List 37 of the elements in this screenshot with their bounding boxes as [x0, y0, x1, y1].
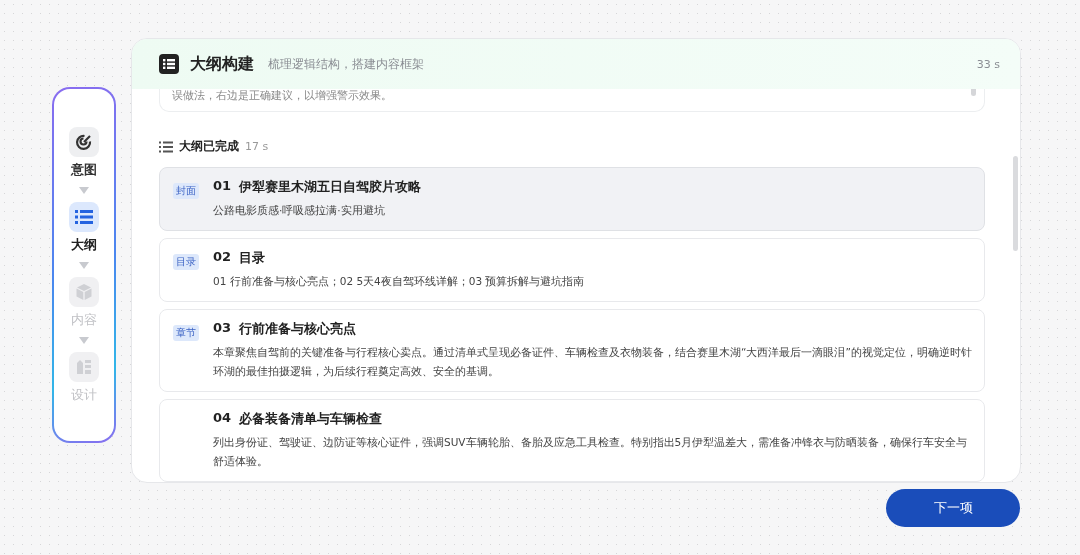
item-title: 行前准备与核心亮点: [239, 320, 357, 338]
section-tag: 封面: [173, 183, 199, 199]
item-title: 必备装备清单与车辆检查: [239, 410, 383, 428]
status-label: 大纲已完成: [179, 138, 239, 155]
triangle-down-icon: [79, 261, 89, 269]
next-button[interactable]: 下一项: [886, 489, 1020, 527]
item-description: 本章聚焦自驾前的关键准备与行程核心卖点。通过清单式呈现必备证件、车辆检查及衣物装备，结合赛里木湖“大西洋最后一滴眼泪”的视觉定位，明确逆时针环湖的最佳拍摄逻辑，为后续行程奠定高效、安全的基调。: [213, 345, 972, 379]
item-title: 目录: [239, 249, 266, 267]
target-icon: [75, 132, 93, 151]
outline-card[interactable]: 章节 03 行前准备与核心亮点 本章聚焦自驾前的关键准备与行程核心卖点。通过清单式呈现必备证件、车辆检查及衣物装备，结合赛里木湖“大西洋最后一滴眼泪”的视觉定位，明确逆时针环湖的最佳拍摄逻辑，为后续行程奠定高效、安全的基调。: [159, 309, 985, 392]
item-description: 列出身份证、驾驶证、边防证等核心证件，强调SUV车辆轮胎、备胎及应急工具检查。特别指出5月伊犁温差大，需准备冲锋衣与防晒装备，确保行车安全与舒适体验。: [213, 435, 969, 469]
item-description: 01 行前准备与核心亮点；02 5天4夜自驾环线详解；03 预算拆解与避坑指南: [213, 274, 585, 289]
outline-card[interactable]: 目录 02 目录 01 行前准备与核心亮点；02 5天4夜自驾环线详解；03 预算拆解与避坑指南: [159, 238, 985, 302]
section-tag: 章节: [173, 325, 199, 341]
prompt-text: 误做法，右边是正确建议，以增强警示效果。: [172, 89, 392, 103]
triangle-down-icon: [79, 186, 89, 194]
panel-title: 大纲构建: [190, 53, 254, 75]
list-icon: [75, 208, 93, 225]
scrollbar-thumb[interactable]: [1013, 156, 1018, 251]
triangle-down-icon: [79, 336, 89, 344]
list-icon: [159, 140, 173, 153]
prompt-textarea[interactable]: 误做法，右边是正确建议，以增强警示效果。: [159, 89, 985, 112]
layout-icon: [75, 357, 93, 376]
item-description: 公路电影质感·呼吸感拉满·实用避坑: [213, 203, 386, 218]
list-icon: [159, 54, 179, 74]
outline-card[interactable]: 封面 01 伊犁赛里木湖五日自驾胶片攻略 公路电影质感·呼吸感拉满·实用避坑: [159, 167, 985, 231]
panel-subtitle: 梳理逻辑结构，搭建内容框架: [268, 55, 424, 73]
item-title: 伊犁赛里木湖五日自驾胶片攻略: [239, 178, 422, 196]
item-number: 02: [213, 249, 232, 266]
elapsed-time: 33 s: [976, 57, 1000, 71]
cube-icon: [75, 282, 93, 301]
outline-card[interactable]: 04 必备装备清单与车辆检查 列出身份证、驾驶证、边防证等核心证件，强调SUV车辆轮胎、备胎及应急工具检查。特别指出5月伊犁温差大，需准备冲锋衣与防晒装备，确保行车安全与舒适体验。: [159, 399, 985, 482]
item-number: 03: [213, 320, 232, 337]
status-time: 17 s: [245, 140, 269, 153]
item-number: 04: [213, 410, 232, 427]
item-number: 01: [213, 178, 232, 195]
section-tag: 目录: [173, 254, 199, 270]
